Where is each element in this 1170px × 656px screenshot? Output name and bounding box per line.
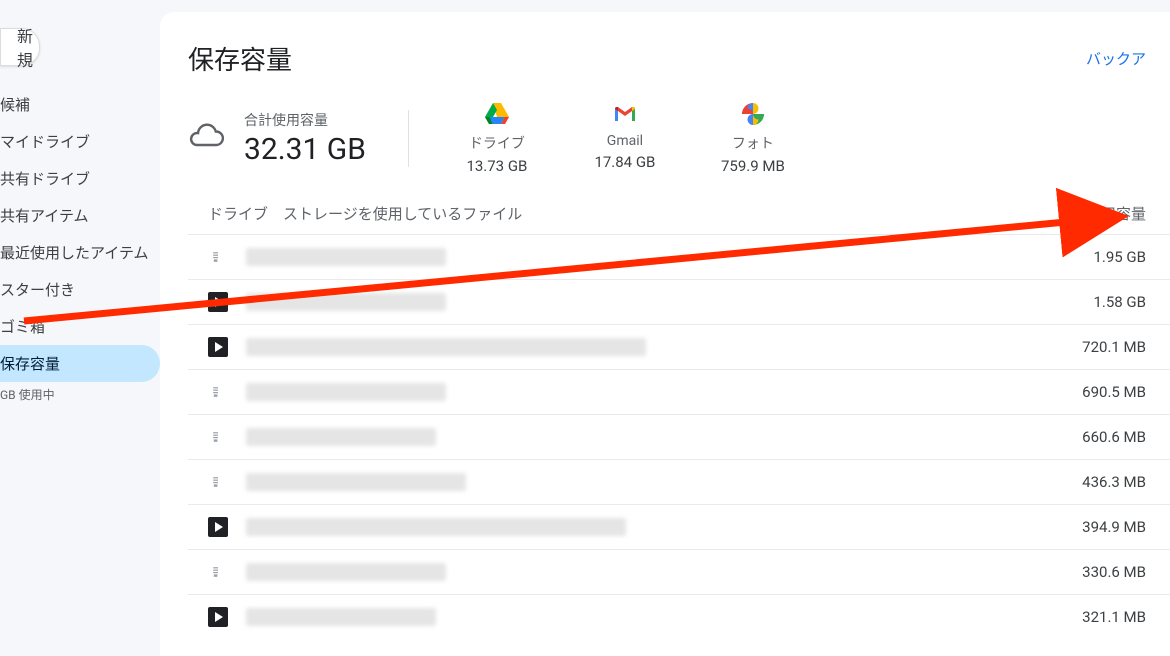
video-file-icon [208,292,228,312]
archive-file-icon [208,382,228,402]
file-name-redacted [246,563,446,581]
file-row[interactable]: 690.5 MB [188,369,1170,414]
file-name-redacted [246,518,626,536]
file-row[interactable]: 720.1 MB [188,324,1170,369]
sidebar-item-7[interactable]: 保存容量 [0,345,160,382]
sidebar-item-6[interactable]: ゴミ箱 [0,308,160,345]
service-value: 17.84 GB [585,153,665,171]
file-name-redacted [246,293,446,311]
file-name-redacted [246,383,446,401]
sidebar-item-5[interactable]: スター付き [0,271,160,308]
service-value: 13.73 GB [457,157,537,175]
total-storage-block: 合計使用容量 32.31 GB [188,110,409,167]
file-row[interactable]: 330.6 MB [188,549,1170,594]
total-storage-label: 合計使用容量 [244,110,366,130]
archive-file-icon [208,427,228,447]
archive-file-icon [208,472,228,492]
service-photos[interactable]: フォト 759.9 MB [713,101,793,175]
file-size: 660.6 MB [1082,428,1146,446]
file-size: 1.95 GB [1093,248,1146,266]
page-title: 保存容量 [188,40,292,77]
file-row[interactable]: 1.95 GB [188,234,1170,279]
file-name-redacted [246,338,646,356]
archive-file-icon [208,247,228,267]
service-label: Gmail [585,133,665,149]
storage-summary: 合計使用容量 32.31 GB ドライブ 13.73 GB Gmail 17.84 G… [188,77,1170,193]
photos-icon [713,101,793,127]
video-file-icon [208,517,228,537]
file-size: 436.3 MB [1082,473,1146,491]
file-row[interactable]: 1.58 GB [188,279,1170,324]
file-row[interactable]: 436.3 MB [188,459,1170,504]
gmail-icon [585,101,665,127]
file-name-redacted [246,608,436,626]
file-name-redacted [246,428,436,446]
new-button[interactable]: 新規 [0,28,40,66]
service-drive[interactable]: ドライブ 13.73 GB [457,101,537,175]
sidebar-item-2[interactable]: 共有ドライブ [0,160,160,197]
list-header-right[interactable]: 使用容量 [1086,203,1146,224]
video-file-icon [208,607,228,627]
file-name-redacted [246,473,466,491]
cloud-icon [188,118,224,158]
service-gmail[interactable]: Gmail 17.84 GB [585,101,665,175]
storage-usage-sub: GB 使用中 [0,382,160,403]
file-name-redacted [246,248,446,266]
service-label: ドライブ [457,133,537,153]
sidebar: 新規 候補マイドライブ共有ドライブ共有アイテム最近使用したアイテムスター付きゴミ… [0,0,160,656]
archive-file-icon [208,562,228,582]
backup-link[interactable]: バックア [1086,48,1146,69]
sidebar-item-1[interactable]: マイドライブ [0,123,160,160]
sidebar-item-4[interactable]: 最近使用したアイテム [0,234,160,271]
file-size: 690.5 MB [1082,383,1146,401]
file-row[interactable]: 394.9 MB [188,504,1170,549]
file-size: 394.9 MB [1082,518,1146,536]
sidebar-item-3[interactable]: 共有アイテム [0,197,160,234]
file-row[interactable]: 660.6 MB [188,414,1170,459]
new-button-label: 新規 [17,23,33,71]
file-size: 720.1 MB [1082,338,1146,356]
sidebar-item-0[interactable]: 候補 [0,86,160,123]
file-size: 321.1 MB [1082,608,1146,626]
file-row[interactable]: 321.1 MB [188,594,1170,639]
video-file-icon [208,337,228,357]
file-size: 1.58 GB [1093,293,1146,311]
service-value: 759.9 MB [713,157,793,175]
file-list-header: ドライブ ストレージを使用しているファイル 使用容量 [188,193,1170,234]
list-header-left: ドライブ ストレージを使用しているファイル [208,203,522,224]
main-content: 保存容量 バックア 合計使用容量 32.31 GB ドライブ 13.73 GB Gm… [160,12,1170,656]
drive-icon [457,101,537,127]
file-list: 1.95 GB 1.58 GB 720.1 MB 690.5 MB 660.6 MB 43… [188,234,1170,639]
total-storage-value: 32.31 GB [244,132,366,167]
file-size: 330.6 MB [1082,563,1146,581]
service-label: フォト [713,133,793,153]
